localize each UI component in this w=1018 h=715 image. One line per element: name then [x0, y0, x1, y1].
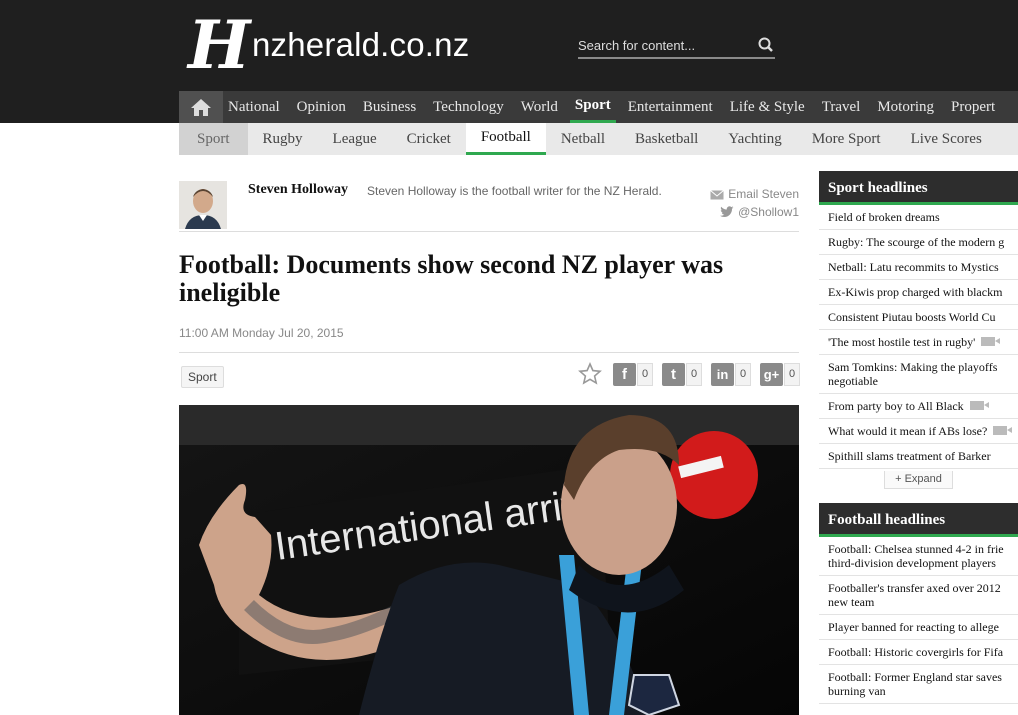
sub-nav-item-football[interactable]: Football	[465, 123, 546, 155]
author-bar: Steven Holloway Steven Holloway is the f…	[179, 180, 799, 232]
football-headline-item[interactable]: Football: Historic covergirls for Fifa	[819, 640, 1018, 665]
sub-nav-item-cricket[interactable]: Cricket	[392, 123, 466, 155]
twitter-author-link[interactable]: @Shollow1	[720, 205, 799, 219]
main-nav-item-motoring[interactable]: Motoring	[872, 91, 939, 123]
envelope-icon	[710, 190, 725, 200]
twitter-handle: @Shollow1	[738, 205, 799, 219]
search-icon[interactable]	[757, 36, 775, 54]
linkedin-icon: in	[711, 363, 734, 386]
video-camera-icon	[969, 401, 989, 410]
article-hero-image[interactable]: International arrivals	[179, 405, 799, 715]
twitter-icon	[720, 206, 734, 217]
football-headlines-list: Football: Chelsea stunned 4-2 in frie th…	[819, 537, 1018, 704]
section-tag[interactable]: Sport	[181, 366, 224, 388]
sub-nav: Sport Rugby League Cricket Football Netball Ba…	[179, 123, 1018, 155]
headline-text: Spithill slams treatment of Barker	[828, 449, 991, 463]
sport-headlines-title[interactable]: Sport headlines	[819, 171, 1018, 205]
headline-text: Consistent Piutau boosts World Cu	[828, 310, 996, 324]
sport-headline-item[interactable]: Ex-Kiwis prop charged with blackm	[819, 280, 1018, 305]
sport-headline-item[interactable]: Field of broken dreams	[819, 205, 1018, 230]
sport-headline-item[interactable]: Spithill slams treatment of Barker	[819, 444, 1018, 469]
headline-text: Netball: Latu recommits to Mystics	[828, 260, 999, 274]
search-box	[578, 34, 775, 59]
linkedin-count: 0	[735, 363, 751, 386]
sub-nav-item-basketball[interactable]: Basketball	[620, 123, 713, 155]
main-nav-item-national[interactable]: National	[223, 91, 285, 123]
sport-headline-item[interactable]: Rugby: The scourge of the modern g	[819, 230, 1018, 255]
headline-text: From party boy to All Black	[828, 399, 964, 413]
home-icon	[191, 99, 211, 116]
article-headline: Football: Documents show second NZ playe…	[179, 250, 724, 307]
main-nav-item-life-style[interactable]: Life & Style	[725, 91, 810, 123]
expand-button[interactable]: + Expand	[884, 471, 953, 489]
video-camera-icon	[993, 426, 1013, 435]
headline-text: 'The most hostile test in rugby'	[828, 335, 976, 349]
expand-button-wrap: + Expand	[819, 469, 1018, 491]
twitter-count: 0	[686, 363, 702, 386]
sport-headline-item[interactable]: Consistent Piutau boosts World Cu	[819, 305, 1018, 330]
sport-headlines-list: Field of broken dreams Rugby: The scourge…	[819, 205, 1018, 469]
main-nav-item-travel[interactable]: Travel	[817, 91, 866, 123]
football-headline-item[interactable]: Football: Chelsea stunned 4-2 in frie th…	[819, 537, 1018, 576]
facebook-count: 0	[637, 363, 653, 386]
home-button[interactable]	[179, 91, 223, 123]
headline-text: Rugby: The scourge of the modern g	[828, 235, 1005, 249]
football-headline-item[interactable]: Footballer's transfer axed over 2012 new…	[819, 576, 1018, 615]
headline-text: What would it mean if ABs lose?	[828, 424, 988, 438]
sub-nav-item-more-sport[interactable]: More Sport	[797, 123, 896, 155]
football-headlines-box: Football headlines Football: Chelsea stu…	[819, 503, 1018, 704]
googleplus-icon: g+	[760, 363, 783, 386]
sub-nav-item-netball[interactable]: Netball	[546, 123, 620, 155]
sub-nav-item-league[interactable]: League	[318, 123, 392, 155]
sub-nav-item-live-scores[interactable]: Live Scores	[896, 123, 997, 155]
football-headline-item[interactable]: Football: Former England star saves burn…	[819, 665, 1018, 704]
email-author-link[interactable]: Email Steven	[710, 187, 799, 201]
sub-nav-item-sport[interactable]: Sport	[179, 123, 248, 155]
facebook-icon: f	[613, 363, 636, 386]
headline-text: Ex-Kiwis prop charged with blackm	[828, 285, 1003, 299]
main-nav-item-business[interactable]: Business	[358, 91, 421, 123]
twitter-share-icon: t	[662, 363, 685, 386]
googleplus-count: 0	[784, 363, 800, 386]
search-input[interactable]	[578, 34, 748, 56]
sport-headlines-box: Sport headlines Field of broken dreams Ru…	[819, 171, 1018, 491]
sport-headline-item[interactable]: 'The most hostile test in rugby'	[819, 330, 1018, 355]
main-nav: National Opinion Business Technology World Sp…	[179, 91, 1018, 123]
main-nav-item-entertainment[interactable]: Entertainment	[623, 91, 718, 123]
main-nav-item-technology[interactable]: Technology	[428, 91, 509, 123]
sub-nav-item-rugby[interactable]: Rugby	[248, 123, 318, 155]
video-camera-icon	[981, 337, 1001, 346]
author-name[interactable]: Steven Holloway	[248, 182, 348, 198]
main-nav-item-propert[interactable]: Propert	[946, 91, 1000, 123]
main-nav-item-sport[interactable]: Sport	[569, 91, 616, 123]
herald-logo-icon[interactable]: H	[188, 10, 250, 80]
sport-headline-item[interactable]: Netball: Latu recommits to Mystics	[819, 255, 1018, 280]
sport-headline-item[interactable]: What would it mean if ABs lose?	[819, 419, 1018, 444]
headline-text: Sam Tomkins: Making the playoffs negotia…	[828, 360, 998, 388]
divider	[179, 352, 799, 353]
sub-nav-item-yachting[interactable]: Yachting	[713, 123, 796, 155]
sport-headline-item[interactable]: Sam Tomkins: Making the playoffs negotia…	[819, 355, 1018, 394]
football-headline-item[interactable]: Player banned for reacting to allege	[819, 615, 1018, 640]
email-label: Email Steven	[728, 187, 799, 201]
football-headlines-title[interactable]: Football headlines	[819, 503, 1018, 537]
main-nav-item-opinion[interactable]: Opinion	[292, 91, 351, 123]
site-name[interactable]: nzherald.co.nz	[252, 26, 469, 64]
headline-text: Field of broken dreams	[828, 210, 940, 224]
favourite-star-icon[interactable]	[578, 362, 602, 386]
author-bio: Steven Holloway is the football writer f…	[367, 184, 662, 198]
article-date: 11:00 AM Monday Jul 20, 2015	[179, 326, 344, 340]
author-avatar[interactable]	[179, 181, 227, 229]
sport-headline-item[interactable]: From party boy to All Black	[819, 394, 1018, 419]
main-nav-item-world[interactable]: World	[516, 91, 563, 123]
